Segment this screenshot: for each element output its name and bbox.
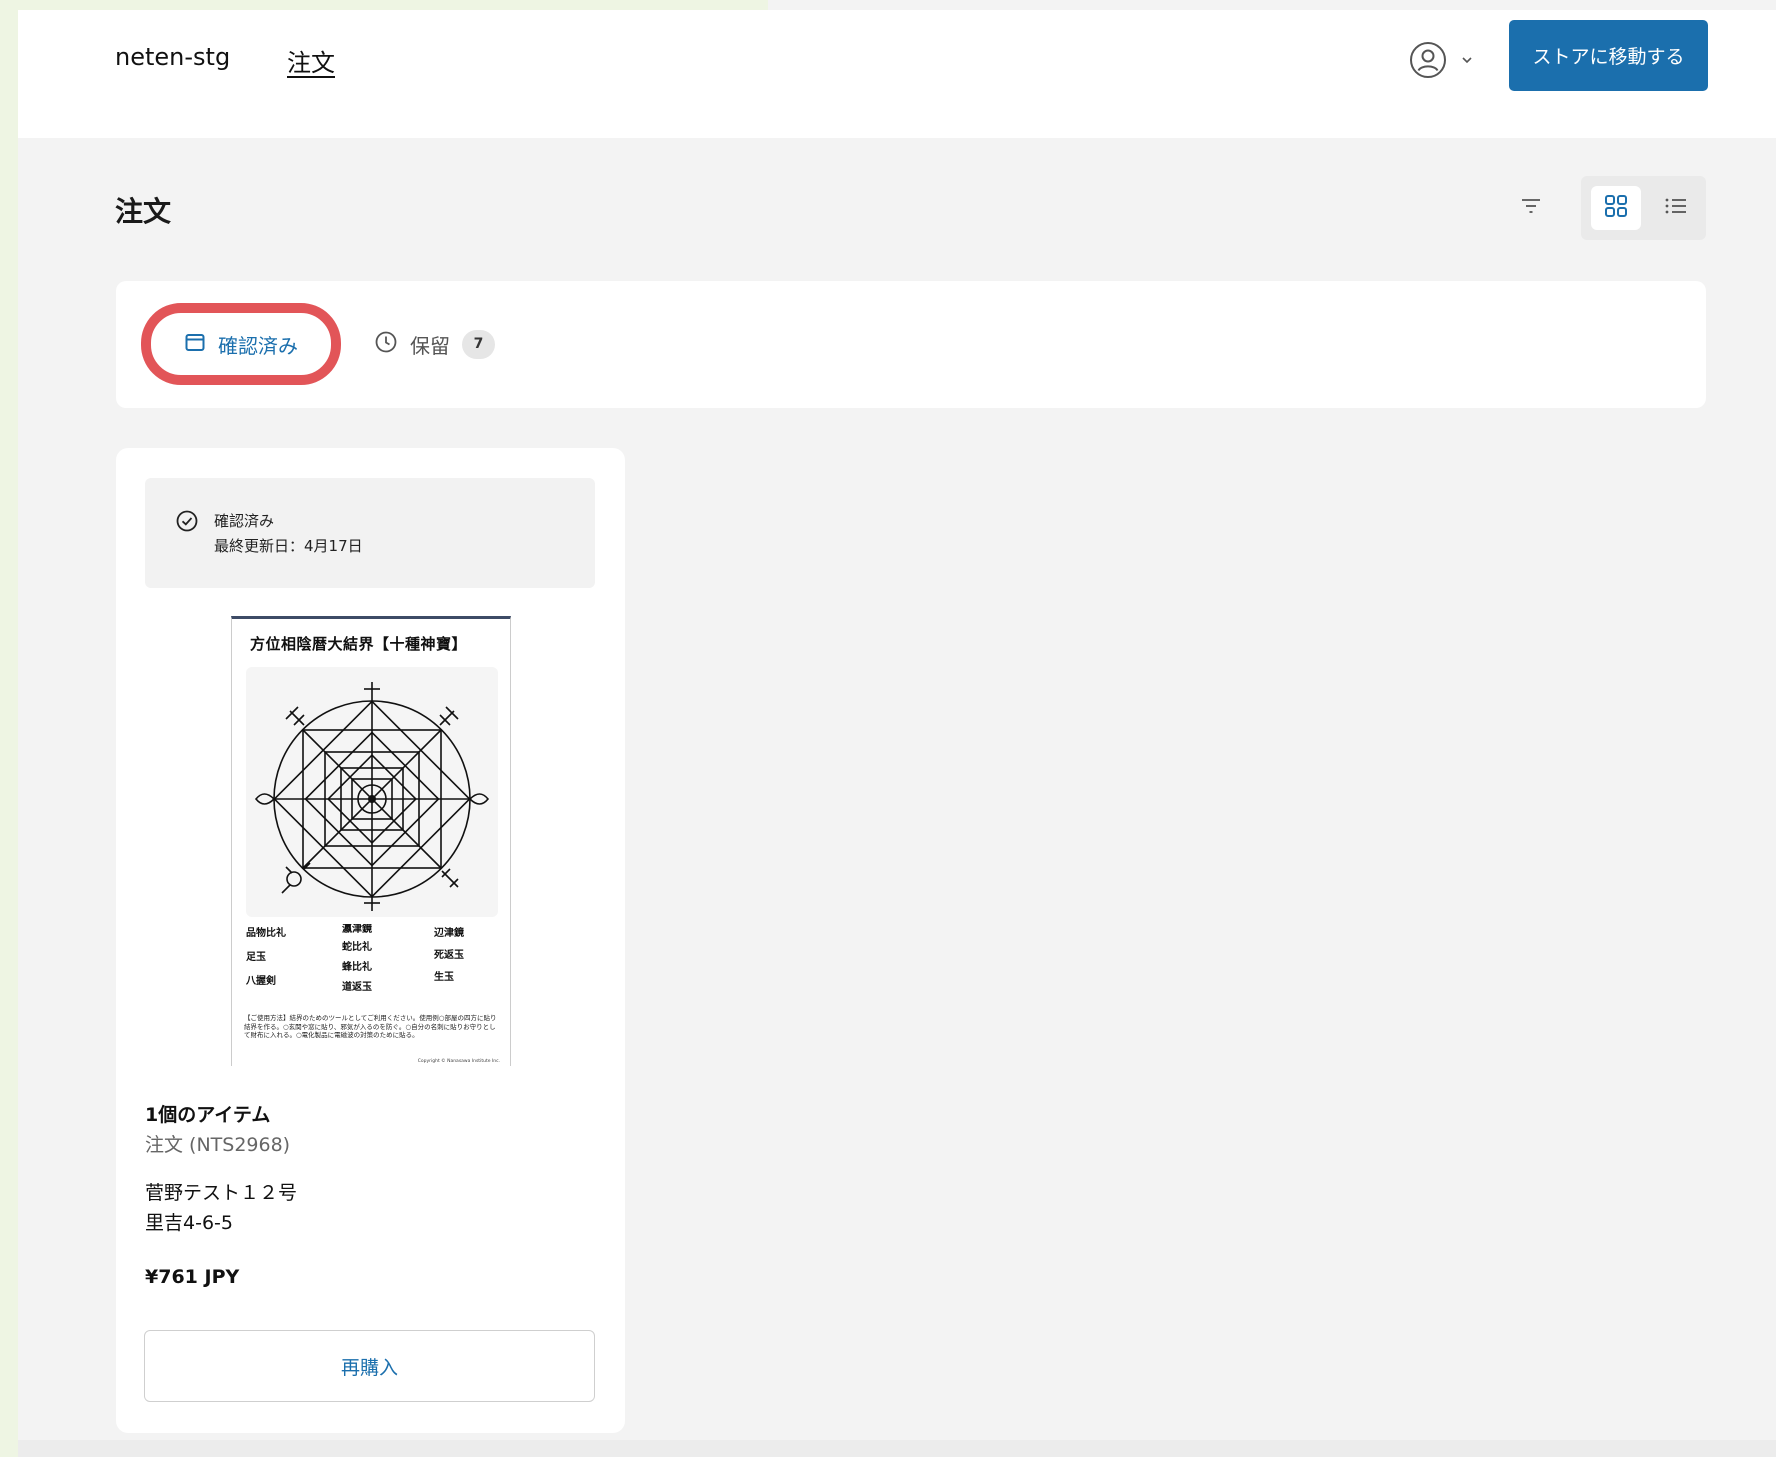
product-image-label: 品物比礼 (246, 926, 286, 939)
order-number: 注文 (NTS2968) (145, 1134, 291, 1156)
order-status-box: 確認済み 最終更新日：4月17日 (145, 478, 595, 588)
view-toggle (1581, 176, 1706, 240)
chevron-down-icon (1460, 55, 1474, 65)
product-image-title: 方位相陰暦大結界【十種神寶】 (250, 635, 468, 653)
tab-confirmed-label: 確認済み (218, 333, 298, 358)
order-status: 確認済み (214, 512, 275, 530)
product-image-label: 道返玉 (342, 980, 372, 993)
tab-confirmed[interactable]: 確認済み (141, 303, 341, 385)
product-image-label: 足玉 (246, 951, 266, 963)
hold-count-badge: 7 (462, 329, 495, 359)
rebuy-button[interactable]: 再購入 (144, 1330, 595, 1402)
shipping-address: 里吉4-6-5 (145, 1212, 233, 1234)
go-to-store-button[interactable]: ストアに移動する (1509, 20, 1708, 91)
tab-hold-label: 保留 (410, 333, 450, 358)
product-image-label: 蛇比礼 (342, 940, 372, 953)
product-image-fine-print: 【ご使用方法】結界のためのツールとしてご利用ください。使用例○部屋の四方に貼り結… (244, 1014, 497, 1039)
bottom-strip (18, 1440, 1776, 1457)
mandala-artwork (246, 667, 498, 917)
shipping-name: 菅野テスト１２号 (145, 1182, 298, 1204)
nav-orders-link[interactable]: 注文 (287, 43, 335, 78)
product-image-label: 八握剣 (246, 974, 276, 987)
clock-icon (374, 330, 398, 359)
tab-hold[interactable]: 保留 7 (374, 329, 495, 359)
product-image-label: 瀛津鏡 (342, 924, 372, 935)
item-count: 1個のアイテム (145, 1104, 271, 1126)
list-view-button[interactable] (1651, 186, 1701, 230)
product-image[interactable]: 方位相陰暦大結界【十種神寶】 品物比礼 足玉 八握剣 瀛津鏡 蛇比礼 蜂比礼 道… (231, 616, 511, 1066)
order-card[interactable]: 確認済み 最終更新日：4月17日 方位相陰暦大結界【十種神寶】 品物比礼 足玉 … (116, 448, 625, 1433)
filter-icon[interactable] (1518, 195, 1544, 221)
order-status-text: 確認済み 最終更新日：4月17日 (214, 509, 363, 559)
product-image-copyright: Copyright © Nanasawa Institute Inc. (417, 1059, 500, 1064)
account-menu[interactable] (1408, 35, 1474, 85)
calendar-icon (184, 331, 206, 358)
store-name[interactable]: neten-stg (115, 43, 230, 71)
order-total: ¥761 JPY (145, 1266, 240, 1288)
last-updated: 最終更新日：4月17日 (214, 537, 363, 555)
check-circle-icon (175, 509, 199, 537)
account-circle-icon (1408, 40, 1448, 80)
product-image-label: 生玉 (434, 970, 454, 983)
status-filter-panel: 確認済み 保留 7 (116, 281, 1706, 408)
list-view-icon (1663, 195, 1689, 221)
product-image-label: 辺津鏡 (434, 926, 464, 939)
app-frame: neten-stg 注文 ストアに移動する 注文 確認済み 保留 7 確認済み … (18, 0, 1776, 1457)
page-title: 注文 (115, 195, 172, 228)
product-image-label: 死返玉 (434, 948, 464, 961)
product-image-label: 蜂比礼 (342, 960, 372, 973)
grid-view-button[interactable] (1591, 186, 1641, 230)
top-header: neten-stg 注文 ストアに移動する (18, 10, 1776, 138)
grid-view-icon (1603, 193, 1629, 223)
